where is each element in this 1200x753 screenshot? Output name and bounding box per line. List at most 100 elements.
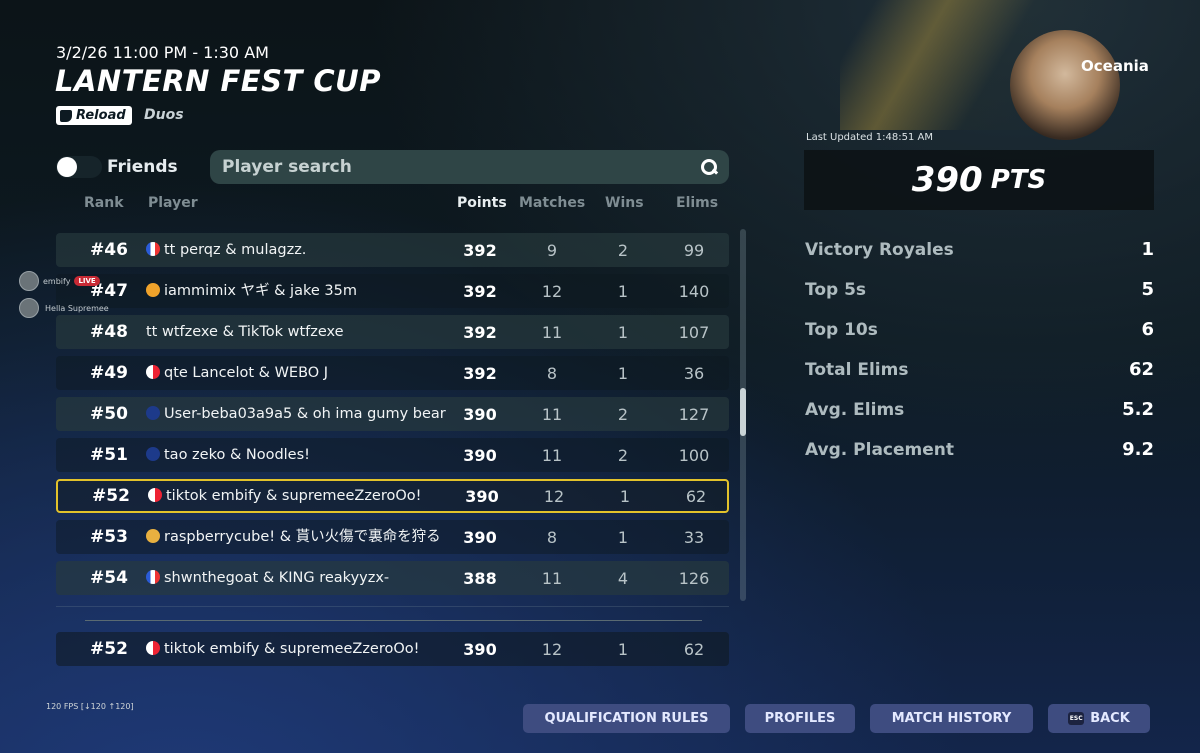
points-value: 390 [911, 160, 983, 200]
table-row[interactable]: #46 tt perqz & mulagzz. 392 9 2 99 [56, 233, 729, 267]
stat-label: Top 10s [805, 320, 878, 340]
toggle-knob [57, 157, 77, 177]
table-row[interactable]: #48 tt wtfzexe & TikTok wtfzexe 392 11 1… [56, 315, 729, 349]
row-rank: #53 [90, 527, 128, 547]
row-matches: 8 [546, 363, 558, 383]
stat-value: 5 [1141, 279, 1154, 300]
col-matches[interactable]: Matches [519, 195, 585, 211]
col-elims[interactable]: Elims [676, 195, 718, 211]
row-elims: 127 [678, 404, 710, 424]
row-rank: #48 [90, 322, 128, 342]
row-matches: 12 [541, 281, 563, 301]
row-player: tt wtfzexe & TikTok wtfzexe [146, 324, 344, 340]
scrollbar-thumb[interactable] [740, 388, 746, 436]
flag-icon [146, 529, 160, 543]
flag-icon [146, 447, 160, 461]
flag-icon [146, 242, 160, 256]
avatar [19, 298, 39, 318]
avatar [19, 271, 39, 291]
qualification-rules-button[interactable]: QUALIFICATION RULES [523, 704, 730, 733]
row-rank: #50 [90, 404, 128, 424]
flag-icon [146, 570, 160, 584]
col-rank[interactable]: Rank [84, 195, 124, 211]
row-points: 392 [463, 363, 497, 383]
row-elims: 100 [678, 445, 710, 465]
reload-icon [60, 109, 72, 122]
row-rank: #46 [90, 240, 128, 260]
col-points[interactable]: Points [457, 195, 507, 211]
mode-label: Reload [76, 108, 126, 123]
list-bottom-edge [56, 606, 729, 607]
row-elims: 62 [685, 486, 707, 506]
friends-label: Friends [107, 157, 178, 177]
pinned-self-row[interactable]: #52 tiktok embify & supremeeZzeroOo! 390… [56, 632, 729, 666]
flag-icon [146, 283, 160, 297]
row-wins: 1 [617, 363, 629, 383]
row-wins: 1 [617, 322, 629, 342]
stat-label: Avg. Elims [805, 400, 905, 420]
row-elims: 33 [683, 527, 705, 547]
row-points: 388 [463, 568, 497, 588]
stat-label: Victory Royales [805, 240, 954, 260]
row-matches: 9 [546, 240, 558, 260]
row-matches: 12 [541, 639, 563, 659]
self-divider [85, 620, 702, 621]
search-icon[interactable] [701, 159, 717, 175]
col-wins[interactable]: Wins [605, 195, 644, 211]
row-points: 390 [463, 527, 497, 547]
col-player[interactable]: Player [148, 195, 198, 211]
stat-label: Avg. Placement [805, 440, 955, 460]
table-row[interactable]: #51 tao zeko & Noodles! 390 11 2 100 [56, 438, 729, 472]
row-points: 390 [463, 639, 497, 659]
row-wins: 2 [617, 404, 629, 424]
player-search[interactable] [210, 150, 729, 184]
row-elims: 62 [683, 639, 705, 659]
stream-overlay-secondary: Hella Supremee [19, 298, 109, 318]
flag-icon [148, 488, 162, 502]
esc-key-icon: ESC [1068, 712, 1085, 725]
back-button[interactable]: ESC BACK [1048, 704, 1150, 733]
row-elims: 126 [678, 568, 710, 588]
row-wins: 2 [617, 445, 629, 465]
row-player: qte Lancelot & WEBO J [146, 365, 446, 381]
stat-label: Total Elims [805, 360, 909, 380]
row-points: 392 [463, 281, 497, 301]
points-unit: PTS [990, 165, 1047, 195]
table-row[interactable]: #53 raspberrycube! & 貰い火傷で裏命を狩る 390 8 1 … [56, 520, 729, 554]
row-points: 390 [465, 486, 499, 506]
flag-icon [146, 641, 160, 655]
row-points: 392 [463, 240, 497, 260]
player-search-input[interactable] [222, 157, 701, 177]
fps-counter: 120 FPS [↓120 ↑120] [46, 702, 134, 711]
row-rank: #54 [90, 568, 128, 588]
row-points: 392 [463, 322, 497, 342]
row-wins: 4 [617, 568, 629, 588]
table-row-self[interactable]: #52 tiktok embify & supremeeZzeroOo! 390… [56, 479, 729, 513]
row-matches: 12 [543, 486, 565, 506]
total-points: 390 PTS [804, 150, 1154, 210]
secondary-name: Hella Supremee [45, 303, 109, 313]
row-elims: 99 [683, 240, 705, 260]
friends-toggle[interactable] [56, 156, 102, 178]
row-wins: 1 [617, 639, 629, 659]
flag-icon [146, 406, 160, 420]
stream-overlay-primary: embify LIVE [19, 271, 100, 291]
region-label: Oceania [1081, 57, 1149, 75]
table-row[interactable]: #54 shwnthegoat & KING reakyyzx- 388 11 … [56, 561, 729, 595]
table-row[interactable]: #50 User-beba03a9a5 & oh ima gumy bear 3… [56, 397, 729, 431]
row-player: raspberrycube! & 貰い火傷で裏命を狩る [146, 529, 446, 545]
team-type: Duos [144, 107, 184, 123]
stat-value: 1 [1141, 239, 1154, 260]
mode-badge: Reload [56, 106, 132, 125]
table-row[interactable]: #47 iammimix ヤギ & jake 35m 392 12 1 140 [56, 274, 729, 308]
row-player: tiktok embify & supremeeZzeroOo! [146, 641, 446, 657]
last-updated: Last Updated 1:48:51 AM [806, 132, 933, 143]
row-wins: 2 [617, 240, 629, 260]
player-avatar [1010, 30, 1120, 140]
stat-label: Top 5s [805, 280, 867, 300]
match-history-button[interactable]: MATCH HISTORY [870, 704, 1033, 733]
row-player: tao zeko & Noodles! [146, 447, 446, 463]
stat-value: 62 [1128, 359, 1154, 380]
profiles-button[interactable]: PROFILES [745, 704, 855, 733]
table-row[interactable]: #49 qte Lancelot & WEBO J 392 8 1 36 [56, 356, 729, 390]
